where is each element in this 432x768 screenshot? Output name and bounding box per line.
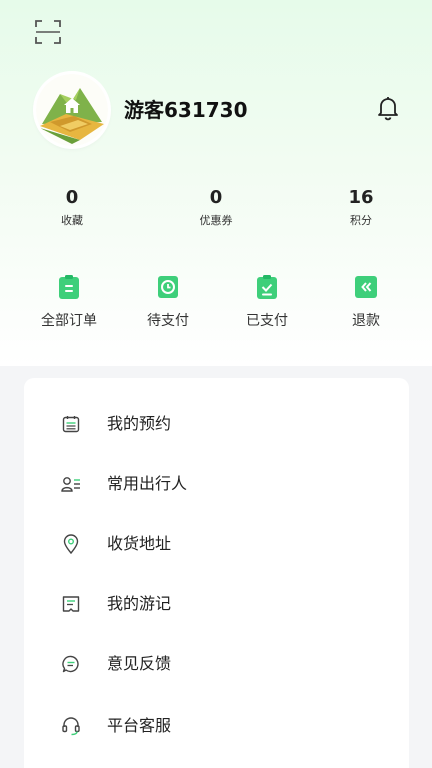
- journal-icon: [62, 596, 80, 612]
- headset-icon: [62, 717, 80, 736]
- order-label: 退款: [352, 313, 380, 329]
- stat-value: 16: [348, 187, 374, 208]
- location-pin-icon: [63, 534, 79, 554]
- order-refund[interactable]: 退款: [321, 274, 411, 330]
- service-menu-card: 我的预约 常用出行人 收货地址 我的游记 意见反馈 平台客服: [24, 378, 409, 768]
- refund-icon: [355, 276, 377, 298]
- stat-value: 0: [209, 187, 223, 208]
- order-label: 全部订单: [41, 313, 97, 329]
- menu-item-shipping-address[interactable]: 收货地址: [24, 514, 409, 574]
- menu-item-travelers[interactable]: 常用出行人: [24, 454, 409, 514]
- menu-item-travel-journal[interactable]: 我的游记: [24, 574, 409, 634]
- username: 游客631730: [124, 98, 248, 122]
- order-pending-payment[interactable]: 待支付: [123, 274, 213, 330]
- menu-item-label: 我的游记: [107, 594, 172, 613]
- stat-label: 收藏: [61, 214, 83, 227]
- stat-value: 0: [65, 187, 79, 208]
- calendar-icon: [62, 416, 80, 433]
- menu-item-label: 我的预约: [107, 414, 172, 433]
- menu-item-label: 意见反馈: [107, 654, 172, 673]
- menu-item-feedback[interactable]: 意见反馈: [24, 634, 409, 694]
- order-label: 待支付: [147, 313, 189, 329]
- order-all[interactable]: 全部订单: [24, 274, 114, 330]
- scan-icon: [35, 20, 61, 44]
- menu-item-label: 收货地址: [107, 534, 172, 553]
- farm-house-avatar: [36, 74, 108, 146]
- stat-points[interactable]: 16 积分: [311, 186, 411, 228]
- order-label: 已支付: [246, 313, 288, 329]
- feedback-bubble-icon: [62, 655, 79, 673]
- menu-item-label: 平台客服: [107, 716, 172, 735]
- avatar[interactable]: [36, 74, 108, 146]
- bell-icon: [378, 97, 398, 121]
- stat-label: 优惠券: [199, 214, 233, 227]
- all-orders-icon: [59, 275, 79, 299]
- notification-button[interactable]: [374, 94, 402, 122]
- paid-icon: [257, 275, 277, 299]
- order-paid[interactable]: 已支付: [222, 274, 312, 330]
- traveler-card-icon: [61, 477, 80, 492]
- menu-item-label: 常用出行人: [107, 474, 188, 493]
- pending-payment-icon: [158, 276, 178, 298]
- stat-favorites[interactable]: 0 收藏: [22, 186, 122, 228]
- menu-item-customer-service[interactable]: 平台客服: [24, 696, 409, 756]
- menu-item-reservations[interactable]: 我的预约: [24, 394, 409, 454]
- stat-coupons[interactable]: 0 优惠券: [166, 186, 266, 228]
- profile-header-area: 游客631730 0 收藏 0 优惠券 16 积分 全部订单 待支付 已支付 退…: [0, 0, 432, 366]
- stat-label: 积分: [350, 214, 372, 227]
- scan-button[interactable]: [34, 18, 62, 46]
